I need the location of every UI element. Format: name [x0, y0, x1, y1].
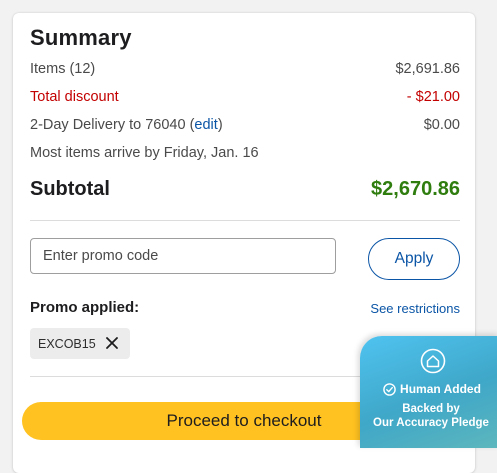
- apply-promo-button[interactable]: Apply: [368, 238, 460, 280]
- home-icon: [420, 348, 446, 374]
- human-added-text: Human Added: [400, 382, 481, 396]
- delivery-label: 2-Day Delivery to 76040 (edit): [30, 117, 223, 133]
- subtotal-value: $2,670.86: [371, 178, 460, 200]
- divider: [30, 220, 460, 221]
- remove-promo-close-icon[interactable]: [105, 336, 119, 350]
- discount-value: - $21.00: [406, 89, 460, 105]
- human-added-row: Human Added: [372, 382, 492, 396]
- items-label: Items (12): [30, 61, 96, 77]
- discount-label: Total discount: [30, 89, 119, 105]
- delivery-label-close: ): [217, 117, 223, 133]
- delivery-row: 2-Day Delivery to 76040 (edit) $0.00: [30, 117, 460, 133]
- items-row: Items (12) $2,691.86: [30, 61, 460, 77]
- check-circle-icon: [383, 382, 396, 396]
- subtotal-label: Subtotal: [30, 178, 110, 200]
- arrival-note: Most items arrive by Friday, Jan. 16: [30, 145, 259, 161]
- accuracy-pledge-text: Backed by Our Accuracy Pledge: [366, 402, 496, 430]
- applied-promo-code: EXCOB15: [38, 336, 96, 351]
- delivery-label-text: 2-Day Delivery to 76040 (: [30, 117, 195, 133]
- delivery-edit-link[interactable]: edit: [194, 117, 217, 133]
- summary-title: Summary: [30, 25, 132, 50]
- items-value: $2,691.86: [395, 61, 460, 77]
- accuracy-pledge-badge[interactable]: Human Added Backed by Our Accuracy Pledg…: [360, 336, 497, 448]
- delivery-value: $0.00: [423, 117, 460, 133]
- promo-code-input[interactable]: [30, 238, 336, 274]
- promo-applied-label: Promo applied:: [30, 299, 140, 316]
- subtotal-row: Subtotal $2,670.86: [30, 178, 460, 201]
- see-restrictions-link[interactable]: See restrictions: [370, 301, 460, 316]
- badge-line-2: Our Accuracy Pledge: [373, 417, 489, 429]
- applied-promo-chip: EXCOB15: [30, 328, 130, 359]
- badge-line-1: Backed by: [402, 403, 460, 415]
- discount-row: Total discount - $21.00: [30, 89, 460, 105]
